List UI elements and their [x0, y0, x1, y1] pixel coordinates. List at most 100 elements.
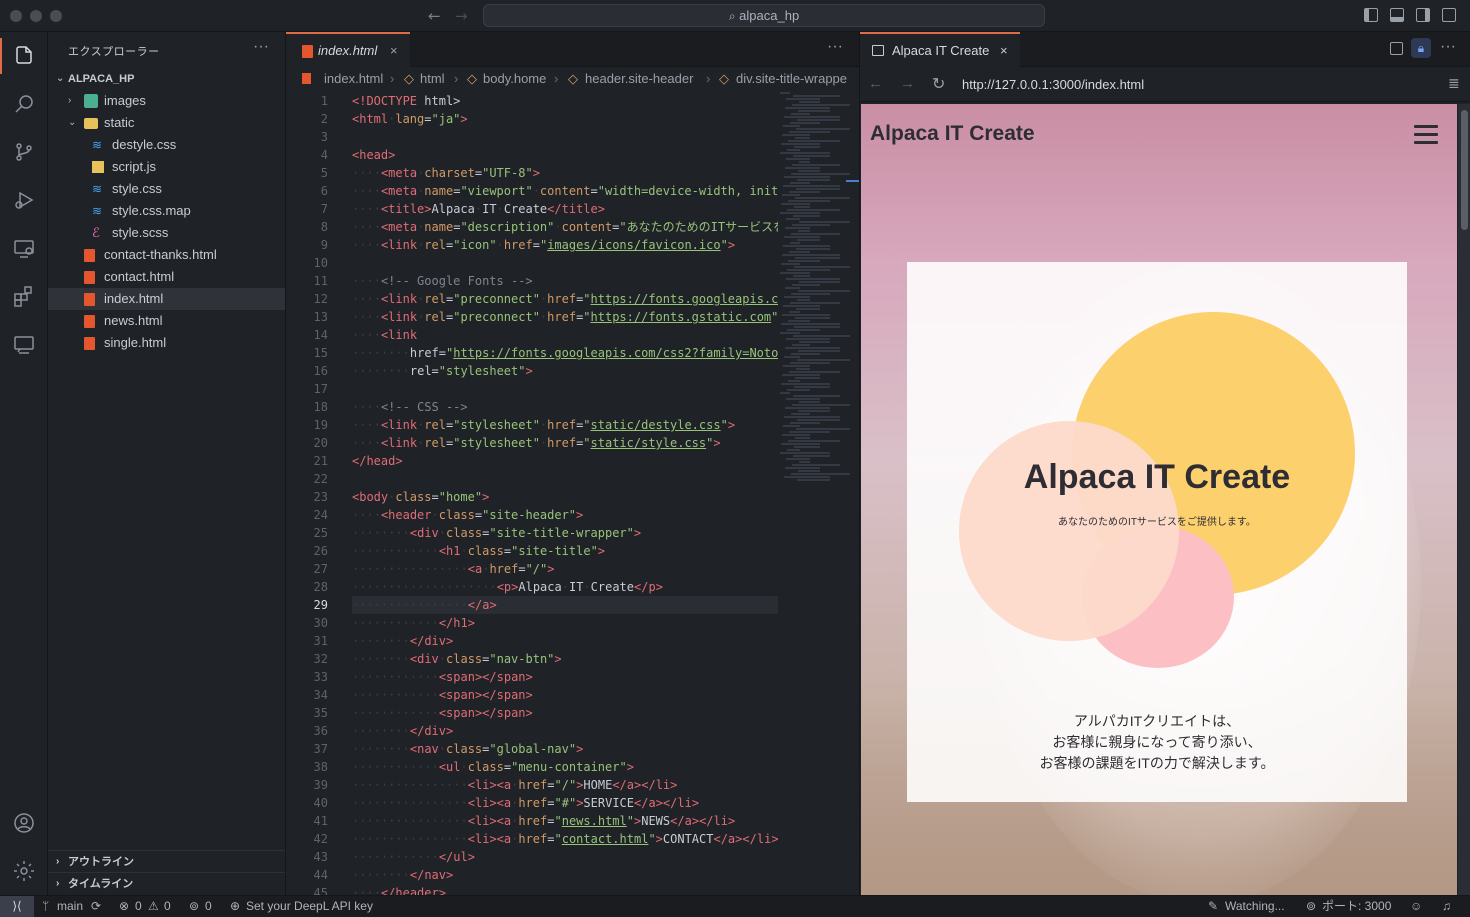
copilot-icon[interactable]: ☺: [1410, 896, 1422, 917]
code-line[interactable]: ····<meta·charset="UTF-8">: [352, 164, 778, 182]
tab-index-html[interactable]: index.html ×: [286, 32, 410, 67]
extensions-icon[interactable]: [0, 272, 48, 320]
code-line[interactable]: ········<div·class="nav-btn">: [352, 650, 778, 668]
maximize-window-button[interactable]: [50, 10, 62, 22]
close-window-button[interactable]: [10, 10, 22, 22]
code-line[interactable]: ················<a·href="/">: [352, 560, 778, 578]
notifications-bell-icon[interactable]: ♫: [1442, 896, 1451, 917]
back-arrow-icon[interactable]: ←: [868, 75, 883, 92]
code-line[interactable]: ········<div·class="site-title-wrapper">: [352, 524, 778, 542]
code-line[interactable]: ····<meta·name="description"·content="あな…: [352, 218, 778, 236]
site-title-link[interactable]: Alpaca IT Create: [870, 122, 1035, 146]
more-actions-icon[interactable]: ···: [253, 38, 269, 56]
port-status[interactable]: ポート: 3000: [1322, 896, 1391, 917]
split-editor-icon[interactable]: [1390, 42, 1403, 55]
breadcrumb-item[interactable]: div.site-title-wrappe: [736, 68, 847, 90]
tree-item-single-html[interactable]: single.html: [48, 332, 285, 354]
more-actions-icon[interactable]: ···: [1440, 38, 1456, 56]
tree-item-contact-html[interactable]: contact.html: [48, 266, 285, 288]
breadcrumb-item[interactable]: index.html: [324, 68, 383, 90]
code-line[interactable]: </head>: [352, 452, 778, 470]
outline-panel-header[interactable]: › アウトライン: [48, 850, 285, 872]
timeline-panel-header[interactable]: › タイムライン: [48, 872, 285, 894]
code-line[interactable]: ············</h1>: [352, 614, 778, 632]
code-line[interactable]: <html·lang="ja">: [352, 110, 778, 128]
code-line[interactable]: ····<meta·name="viewport"·content="width…: [352, 182, 778, 200]
toggle-panel-icon[interactable]: [1390, 8, 1404, 22]
code-line[interactable]: ············<span></span>: [352, 668, 778, 686]
root-folder[interactable]: ⌄ ALPACA_HP: [48, 68, 285, 90]
search-icon[interactable]: [0, 80, 48, 128]
code-line[interactable]: ············<h1·class="site-title">: [352, 542, 778, 560]
code-line[interactable]: ················<li><a·href="contact.htm…: [352, 830, 778, 848]
tree-item-contact-thanks-html[interactable]: contact-thanks.html: [48, 244, 285, 266]
code-line[interactable]: ················<li><a·href="/">HOME</a>…: [352, 776, 778, 794]
code-line[interactable]: <body·class="home">: [352, 488, 778, 506]
code-line[interactable]: ····<link: [352, 326, 778, 344]
code-line[interactable]: ····</header>: [352, 884, 778, 895]
code-line[interactable]: <!DOCTYPE html>: [352, 92, 778, 110]
code-line[interactable]: ················<li><a·href="#">SERVICE<…: [352, 794, 778, 812]
code-line[interactable]: ····<link·rel="icon"·href="images/icons/…: [352, 236, 778, 254]
deepl-status[interactable]: Set your DeepL API key: [246, 896, 373, 917]
url-field[interactable]: http://127.0.0.1:3000/index.html: [962, 77, 1144, 92]
code-line[interactable]: ····<!-- CSS -->: [352, 398, 778, 416]
open-in-browser-icon[interactable]: ≣: [1448, 75, 1460, 92]
scrollbar-thumb[interactable]: [1461, 110, 1468, 230]
code-line[interactable]: ············<ul·class="menu-container">: [352, 758, 778, 776]
tree-item-script-js[interactable]: script.js: [48, 156, 285, 178]
code-line[interactable]: [352, 128, 778, 146]
lock-icon[interactable]: 🔒︎: [1411, 38, 1431, 58]
code-line[interactable]: ····<link·rel="stylesheet"·href="static/…: [352, 416, 778, 434]
tree-item-style-css-map[interactable]: ≋ style.css.map: [48, 200, 285, 222]
editor-more-actions-icon[interactable]: ···: [827, 38, 843, 56]
sync-icon[interactable]: ⟳: [91, 896, 101, 917]
minimize-window-button[interactable]: [30, 10, 42, 22]
minimap[interactable]: [780, 92, 850, 492]
explorer-icon[interactable]: [0, 32, 48, 80]
tree-item-style-scss[interactable]: ℰ style.scss: [48, 222, 285, 244]
settings-gear-icon[interactable]: [0, 847, 48, 895]
account-icon[interactable]: [0, 799, 48, 847]
code-line[interactable]: [352, 254, 778, 272]
code-line[interactable]: ····<header·class="site-header">: [352, 506, 778, 524]
tree-item-style-css[interactable]: ≋ style.css: [48, 178, 285, 200]
remote-indicator-icon[interactable]: ⟩⟨: [0, 896, 34, 917]
reload-icon[interactable]: ↻: [932, 74, 945, 94]
code-line[interactable]: ········</nav>: [352, 866, 778, 884]
browser-scrollbar[interactable]: [1458, 104, 1470, 895]
code-text[interactable]: <!DOCTYPE html> <html·lang="ja"> <head> ···…: [352, 92, 778, 895]
breadcrumb-item[interactable]: header.site-header: [585, 68, 693, 90]
code-line[interactable]: ····················<p>Alpaca·IT·Create<…: [352, 578, 778, 596]
code-line[interactable]: <head>: [352, 146, 778, 164]
close-tab-icon[interactable]: ×: [1000, 34, 1008, 67]
forward-arrow-icon[interactable]: →: [455, 7, 468, 25]
code-line[interactable]: ········href="https://fonts.googleapis.c…: [352, 344, 778, 362]
back-arrow-icon[interactable]: ←: [428, 7, 441, 25]
tree-item-images[interactable]: › images: [48, 90, 285, 112]
tree-item-static[interactable]: ⌄ static: [48, 112, 285, 134]
code-line[interactable]: ················<li><a·href="news.html">…: [352, 812, 778, 830]
code-line[interactable]: ········</div>: [352, 632, 778, 650]
remote-explorer-icon[interactable]: [0, 224, 48, 272]
toggle-primary-sidebar-icon[interactable]: [1364, 8, 1378, 22]
source-control-icon[interactable]: [0, 128, 48, 176]
code-line[interactable]: [352, 470, 778, 488]
tree-item-destyle-css[interactable]: ≋ destyle.css: [48, 134, 285, 156]
code-line[interactable]: ········<nav·class="global-nav">: [352, 740, 778, 758]
code-line[interactable]: ················</a>: [352, 596, 778, 614]
code-line[interactable]: ····<link·rel="preconnect"·href="https:/…: [352, 308, 778, 326]
code-line[interactable]: ····<link·rel="preconnect"·href="https:/…: [352, 290, 778, 308]
tab-alpaca-it-create[interactable]: Alpaca IT Create ×: [860, 32, 1020, 67]
code-line[interactable]: ········rel="stylesheet">: [352, 362, 778, 380]
forward-arrow-icon[interactable]: →: [900, 75, 915, 92]
code-line[interactable]: [352, 380, 778, 398]
breadcrumb-item[interactable]: body.home: [483, 68, 546, 90]
customize-layout-icon[interactable]: [1442, 8, 1456, 22]
code-line[interactable]: ············</ul>: [352, 848, 778, 866]
code-area[interactable]: 1 2 3 4 5 6 7 8 9 10 11 12 13 14 15 16 17 18 19 20 21 22 23 24 2…: [286, 92, 859, 895]
ports-count[interactable]: 0: [205, 896, 212, 917]
tree-item-news-html[interactable]: news.html: [48, 310, 285, 332]
run-debug-icon[interactable]: [0, 176, 48, 224]
breadcrumb-item[interactable]: html: [420, 68, 445, 90]
